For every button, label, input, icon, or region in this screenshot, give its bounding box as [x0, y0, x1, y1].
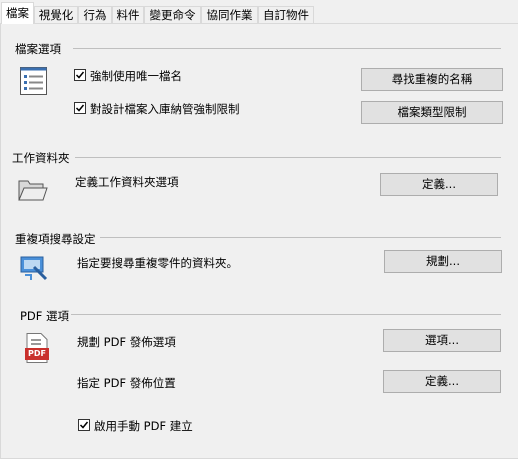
section-divider: [75, 157, 501, 158]
pdf-document-icon: PDF: [25, 333, 51, 366]
pdf-icon-label: PDF: [28, 349, 46, 358]
file-type-restrictions-button[interactable]: 檔案類型限制: [361, 101, 503, 124]
tab-visualization[interactable]: 視覺化: [34, 6, 78, 23]
tab-items[interactable]: 料件: [112, 6, 144, 23]
section-divider: [73, 48, 501, 49]
tab-file[interactable]: 檔案: [1, 2, 34, 24]
design-check-in-checkbox[interactable]: [74, 102, 86, 114]
tab-collaboration[interactable]: 協同作業: [201, 6, 258, 23]
specify-duplicate-folders-label: 指定要搜尋重複零件的資料夾。: [77, 256, 238, 270]
enforce-unique-name-label: 強制使用唯一檔名: [90, 69, 182, 83]
tab-change-orders[interactable]: 變更命令: [144, 6, 201, 23]
plan-duplicate-search-button[interactable]: 規劃...: [384, 250, 502, 273]
search-folder-icon: [19, 255, 49, 284]
tab-behavior[interactable]: 行為: [78, 6, 112, 23]
section-divider: [71, 314, 501, 315]
pdf-options-button[interactable]: 選項...: [383, 329, 501, 352]
define-working-folder-button[interactable]: 定義...: [380, 173, 498, 196]
tab-strip: 檔案 視覺化 行為 料件 變更命令 協同作業 自訂物件: [0, 0, 518, 24]
manual-pdf-creation-label: 啟用手動 PDF 建立: [94, 419, 193, 433]
manual-pdf-creation-checkbox[interactable]: [78, 419, 90, 431]
define-pdf-location-button[interactable]: 定義...: [383, 370, 501, 393]
section-header-pdf-options: PDF 選項: [20, 309, 70, 323]
find-duplicate-names-button[interactable]: 尋找重複的名稱: [361, 68, 503, 91]
file-options-list-icon: [20, 67, 47, 98]
section-header-duplicate-search: 重複項搜尋設定: [15, 232, 96, 246]
enforce-unique-name-checkbox[interactable]: [74, 69, 86, 81]
section-divider: [100, 237, 501, 238]
define-working-folder-label: 定義工作資料夾選項: [75, 175, 179, 189]
plan-pdf-publish-label: 規劃 PDF 發佈選項: [77, 335, 176, 349]
design-check-in-label: 對設計檔案入庫納管強制限制: [90, 102, 240, 116]
file-tab-panel: 檔案選項 強制使用唯一檔名 尋找重複的名稱 對設計檔案入庫納管強制限制 檔案類型…: [0, 24, 518, 459]
section-header-file-options: 檔案選項: [15, 42, 61, 56]
section-header-working-folder: 工作資料夾: [12, 151, 70, 165]
pdf-publish-location-label: 指定 PDF 發佈位置: [77, 376, 176, 390]
tab-custom-objects[interactable]: 自訂物件: [258, 6, 314, 23]
folder-icon: [18, 177, 48, 204]
